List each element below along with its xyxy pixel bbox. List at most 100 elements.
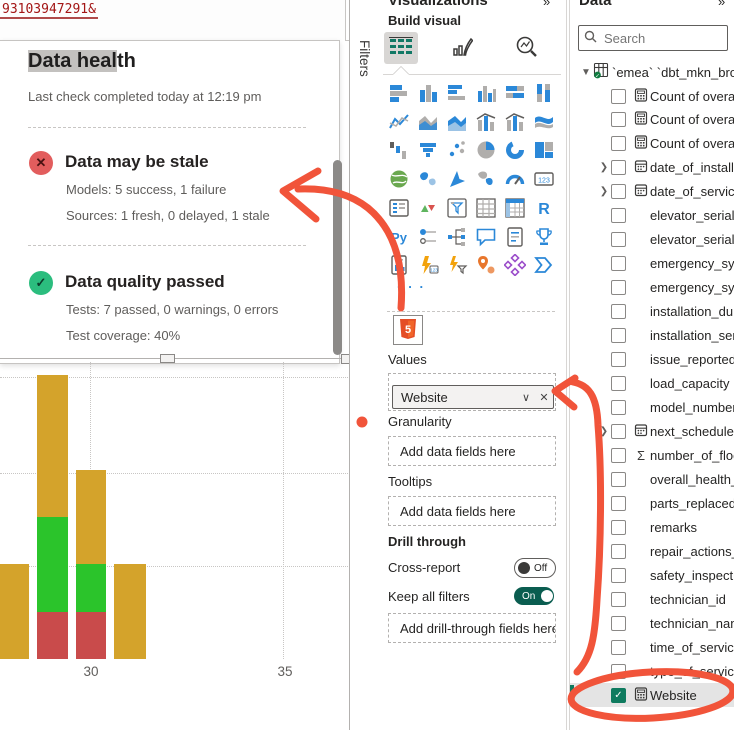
field-row-installation-dur[interactable]: installation_dur...: [570, 300, 734, 324]
gallery-icon-clustered-bar-chart[interactable]: [444, 80, 470, 106]
field-checkbox[interactable]: [611, 376, 626, 391]
more-visuals-button[interactable]: . . .: [397, 276, 425, 291]
gallery-icon-pie-chart[interactable]: [473, 137, 499, 163]
gallery-icon-100-stacked-bar-chart[interactable]: [502, 80, 528, 106]
field-checkbox[interactable]: [611, 496, 626, 511]
field-checkbox[interactable]: [611, 89, 626, 104]
bar-30-gold-segment[interactable]: [76, 470, 106, 565]
bar-31-gold-segment[interactable]: [114, 564, 146, 659]
field-checkbox[interactable]: [611, 208, 626, 223]
field-checkbox[interactable]: [611, 616, 626, 631]
field-checkbox[interactable]: [611, 544, 626, 559]
collapse-pane-icon[interactable]: »: [718, 0, 723, 9]
field-row-emergency-syst[interactable]: emergency_syst...: [570, 252, 734, 276]
field-row-date-of-service[interactable]: ❯date_of_service: [570, 180, 734, 204]
field-checkbox[interactable]: [611, 232, 626, 247]
field-checkbox[interactable]: [611, 448, 626, 463]
field-checkbox[interactable]: [611, 304, 626, 319]
gallery-icon-shape-map[interactable]: [473, 166, 499, 192]
field-checkbox[interactable]: [611, 280, 626, 295]
field-checkbox[interactable]: [611, 328, 626, 343]
tab-build-visual[interactable]: [384, 32, 418, 64]
field-row-date-of-installa[interactable]: ❯date_of_installa...: [570, 156, 734, 180]
gallery-icon-donut-chart[interactable]: [502, 137, 528, 163]
field-row-remarks[interactable]: remarks: [570, 515, 734, 539]
gallery-icon-line-stacked-column-combo[interactable]: [473, 109, 499, 135]
chevron-down-icon[interactable]: ∨: [517, 391, 535, 404]
gallery-icon-card[interactable]: 123: [531, 166, 557, 192]
tab-analytics[interactable]: [510, 32, 544, 64]
collapse-pane-icon[interactable]: »: [543, 0, 548, 9]
field-row-issue-reported[interactable]: issue_reported: [570, 348, 734, 372]
field-checkbox[interactable]: ✓: [611, 688, 626, 703]
field-row-website[interactable]: ✓Website: [570, 683, 734, 707]
expand-chevron-icon[interactable]: ❯: [597, 162, 611, 173]
tooltips-field-well[interactable]: Add data fields here: [388, 496, 556, 526]
gallery-icon-stacked-column-chart[interactable]: [415, 80, 441, 106]
gallery-icon-slicer[interactable]: [444, 195, 470, 221]
field-row-technician-id[interactable]: technician_id: [570, 587, 734, 611]
table-row-root[interactable]: ▼ ✓ `emea` `dbt_mkn_bron...: [570, 60, 734, 84]
gallery-icon-scatter-chart[interactable]: [444, 137, 470, 163]
bar-30-red-segment[interactable]: [76, 612, 106, 659]
field-checkbox[interactable]: [611, 112, 626, 127]
field-row-parts-replaced[interactable]: parts_replaced: [570, 491, 734, 515]
field-checkbox[interactable]: [611, 640, 626, 655]
html5-custom-visual-button[interactable]: 5: [393, 315, 423, 345]
filters-pane-collapsed[interactable]: Filters: [349, 0, 383, 730]
gallery-icon-paginated-report[interactable]: [386, 252, 412, 278]
field-row-safety-inspectio[interactable]: safety_inspectio...: [570, 563, 734, 587]
expand-chevron-icon[interactable]: ❯: [597, 426, 611, 437]
search-input[interactable]: [602, 30, 716, 47]
field-checkbox[interactable]: [611, 256, 626, 271]
field-checkbox[interactable]: [611, 592, 626, 607]
field-row-emergency-syst[interactable]: emergency_syst...: [570, 276, 734, 300]
gallery-icon-smart-narrative[interactable]: [502, 224, 528, 250]
expand-chevron-icon[interactable]: ❯: [597, 186, 611, 197]
field-checkbox[interactable]: [611, 160, 626, 175]
gallery-icon-waterfall-chart[interactable]: [386, 137, 412, 163]
gallery-icon-stacked-bar-chart[interactable]: [386, 80, 412, 106]
stacked-column-chart-visual[interactable]: 30 35: [0, 358, 349, 730]
field-row-installation-serv[interactable]: installation_serv...: [570, 324, 734, 348]
gallery-icon-area-chart[interactable]: [415, 109, 441, 135]
keep-all-filters-toggle[interactable]: On: [514, 587, 554, 605]
drill-through-field-well[interactable]: Add drill-through fields here: [388, 613, 556, 643]
gallery-icon-decomposition-tree[interactable]: [444, 224, 470, 250]
gallery-icon-ribbon-chart[interactable]: [531, 109, 557, 135]
gallery-icon-metrics[interactable]: [531, 224, 557, 250]
gallery-icon-key-influencers[interactable]: [415, 224, 441, 250]
bar-29-gold-segment[interactable]: [37, 375, 68, 517]
field-row-count-of-overal[interactable]: Count of overal...: [570, 132, 734, 156]
field-checkbox[interactable]: [611, 184, 626, 199]
gallery-icon-line-clustered-column-combo[interactable]: [502, 109, 528, 135]
gallery-icon-kpi[interactable]: [415, 195, 441, 221]
gallery-icon-filled-map[interactable]: [415, 166, 441, 192]
gallery-icon-qa[interactable]: [473, 224, 499, 250]
search-box[interactable]: [578, 25, 728, 51]
field-checkbox[interactable]: [611, 424, 626, 439]
field-row-count-of-overal[interactable]: Count of overal...: [570, 84, 734, 108]
visual-resize-handle[interactable]: [160, 354, 175, 363]
gallery-icon-power-apps[interactable]: 123: [415, 252, 441, 278]
gallery-icon-treemap[interactable]: [531, 137, 557, 163]
gallery-icon-matrix[interactable]: [502, 195, 528, 221]
field-row-type-of-service[interactable]: type_of_service: [570, 659, 734, 683]
gallery-icon-map[interactable]: [386, 166, 412, 192]
gallery-icon-azure-map[interactable]: [444, 166, 470, 192]
field-pill-website[interactable]: Website ∨ ✕: [392, 385, 554, 409]
gallery-icon-line-chart[interactable]: [386, 109, 412, 135]
gallery-icon-r-script[interactable]: R: [531, 195, 557, 221]
field-row-overall-health-c[interactable]: overall_health_c...: [570, 467, 734, 491]
gallery-icon-power-automate[interactable]: [444, 252, 470, 278]
field-checkbox[interactable]: [611, 136, 626, 151]
gallery-icon-stacked-area-chart[interactable]: [444, 109, 470, 135]
field-row-time-of-service[interactable]: time_of_service: [570, 635, 734, 659]
field-row-count-of-overal[interactable]: Count of overal...: [570, 108, 734, 132]
bar-29-red-segment[interactable]: [37, 612, 68, 659]
cross-report-toggle[interactable]: Off: [514, 558, 556, 578]
gallery-icon-power-automate-blue[interactable]: [531, 252, 557, 278]
bar-30-green-segment[interactable]: [76, 564, 106, 611]
bar-28-gold-segment[interactable]: [0, 564, 29, 659]
field-row-load-capacity[interactable]: load_capacity: [570, 372, 734, 396]
